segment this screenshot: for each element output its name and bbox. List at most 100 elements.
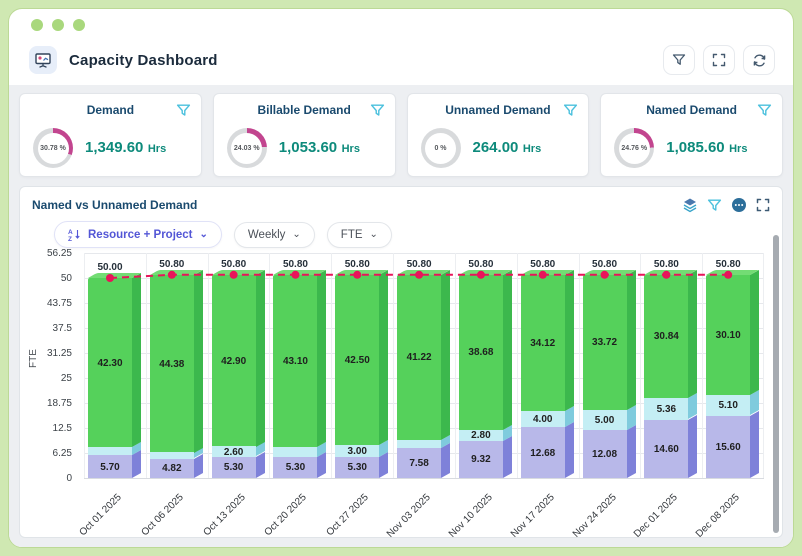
bar-segment-middle[interactable] [88, 447, 132, 456]
kpi-filter-icon[interactable] [757, 103, 772, 123]
capacity-point[interactable] [538, 270, 547, 279]
bar-segment-side [750, 410, 760, 478]
capacity-point[interactable] [229, 270, 238, 279]
bar-segment-label: 5.30 [347, 462, 367, 474]
capacity-line-label: 50.80 [406, 258, 432, 270]
chart-filter-icon[interactable] [707, 198, 722, 213]
y-tick-label: 18.75 [46, 398, 72, 409]
bar-segment-side [255, 269, 265, 447]
bar-segment-label: 43.10 [282, 356, 308, 367]
kpi-percent: 0 % [425, 132, 456, 164]
window-dot[interactable] [31, 19, 43, 31]
bar-segment-label: 42.50 [344, 354, 370, 366]
gridline [763, 253, 764, 478]
period-dropdown-label: Weekly [247, 228, 286, 241]
chart-fullscreen-icon[interactable] [756, 198, 770, 212]
kpi-value: 1,349.60 [85, 139, 144, 156]
kpi-title: Demand [86, 103, 135, 117]
bar-segment-side [193, 269, 203, 453]
y-tick-label: 0 [66, 473, 72, 484]
capacity-point[interactable] [106, 274, 114, 282]
refresh-icon [753, 53, 765, 67]
bar-segment-label: 2.80 [471, 430, 491, 442]
refresh-button[interactable] [743, 45, 775, 75]
more-icon[interactable] [731, 197, 747, 213]
kpi-filter-icon[interactable] [176, 103, 191, 123]
kpi-percent: 24.76 % [618, 132, 650, 164]
filter-icon [672, 54, 686, 65]
bar-segment-side [688, 269, 698, 399]
bar-segment-side [132, 450, 141, 478]
kpi-percent: 30.78 % [37, 132, 69, 164]
bar-top-face [397, 269, 450, 275]
kpi-title: Unnamed Demand [445, 103, 551, 117]
x-tick-label: Nov 24 2025 [570, 492, 619, 540]
window-dot[interactable] [73, 19, 85, 31]
capacity-line-label: 50.80 [282, 258, 308, 270]
bar-top-face [706, 269, 759, 275]
capacity-point[interactable] [415, 270, 424, 279]
kpi-value: 264.00 [472, 139, 519, 156]
bar-top-face [644, 269, 698, 275]
filter-button[interactable] [663, 45, 695, 75]
bar-segment-label: 2.60 [223, 446, 244, 458]
x-tick-label: Oct 27 2025 [324, 492, 372, 539]
y-tick-label: 43.75 [46, 298, 72, 309]
fullscreen-button[interactable] [703, 45, 735, 75]
period-dropdown[interactable]: Weekly ⌄ [233, 221, 315, 248]
sort-az-icon: AZ [68, 229, 80, 241]
capacity-point[interactable] [724, 270, 733, 279]
bar-segment-side [564, 422, 574, 478]
capacity-point[interactable] [600, 270, 609, 279]
bar-segment-middle[interactable] [149, 452, 194, 459]
bar-segment-side [132, 273, 141, 448]
window-dot[interactable] [52, 19, 64, 31]
layers-icon[interactable] [682, 197, 698, 213]
bar-segment-label: 7.58 [409, 457, 429, 469]
dashboard-icon [29, 46, 57, 74]
bar-segment-side [317, 269, 327, 448]
bar-segment-label: 14.60 [653, 443, 679, 455]
capacity-point[interactable] [291, 270, 300, 279]
capacity-point[interactable] [353, 270, 362, 279]
capacity-point[interactable] [662, 270, 671, 279]
chart-area: FTE 0 6.25 12.5 18.75 25 31.25 37.5 43.75 50 56.2… [20, 248, 782, 540]
bar-segment-label: 3.00 [347, 445, 367, 457]
kpi-unit: Hrs [147, 143, 167, 155]
bar-segment-label: 5.00 [594, 414, 615, 426]
bar-segment-middle[interactable] [397, 439, 442, 448]
gridline [269, 253, 271, 478]
bar-segment-side [688, 414, 698, 478]
y-tick-label: 37.5 [52, 323, 72, 334]
bar-segment-label: 12.08 [592, 448, 618, 460]
bar-segment-label: 30.84 [653, 331, 679, 343]
sort-dropdown[interactable]: AZ Resource + Project ⌄ [54, 221, 222, 248]
x-tick-label: Oct 01 2025 [77, 492, 124, 539]
content-area: Demand 30.78 % 1,349.60 Hrs Billable Dem… [9, 85, 793, 547]
bar-segment-label: 33.72 [592, 337, 618, 349]
capacity-line-label: 50.80 [468, 258, 494, 270]
y-tick-label: 31.25 [46, 348, 72, 359]
bar-segment-middle[interactable] [273, 447, 318, 457]
capacity-point[interactable] [476, 270, 485, 279]
metric-dropdown[interactable]: FTE ⌄ [326, 221, 392, 248]
bar-segment-side [502, 269, 512, 430]
kpi-percent: 24.03 % [231, 132, 263, 164]
bar-top-face [458, 269, 512, 275]
vertical-scrollbar[interactable] [773, 235, 779, 533]
svg-text:Z: Z [68, 236, 72, 241]
y-tick-label: 25 [60, 373, 72, 384]
capacity-line-label: 50.80 [715, 258, 741, 270]
kpi-filter-icon[interactable] [370, 103, 385, 123]
capacity-line-label: 50.80 [530, 258, 556, 270]
bar-dec-08-2025: 15.60 5.10 30.10 [706, 253, 760, 478]
capacity-line-label: 50.80 [221, 258, 247, 270]
gridline [640, 253, 642, 478]
kpi-value: 1,085.60 [666, 139, 725, 156]
kpi-title: Billable Demand [257, 103, 351, 117]
kpi-gauge: 24.03 % [226, 128, 267, 168]
bar-segment-label: 41.22 [406, 352, 432, 364]
kpi-filter-icon[interactable] [563, 103, 578, 123]
plot-area: 5.70 42.30 50.00 4.82 44.38 50.80 5.30 2.60 42.9… [84, 253, 764, 479]
capacity-point[interactable] [167, 270, 176, 279]
